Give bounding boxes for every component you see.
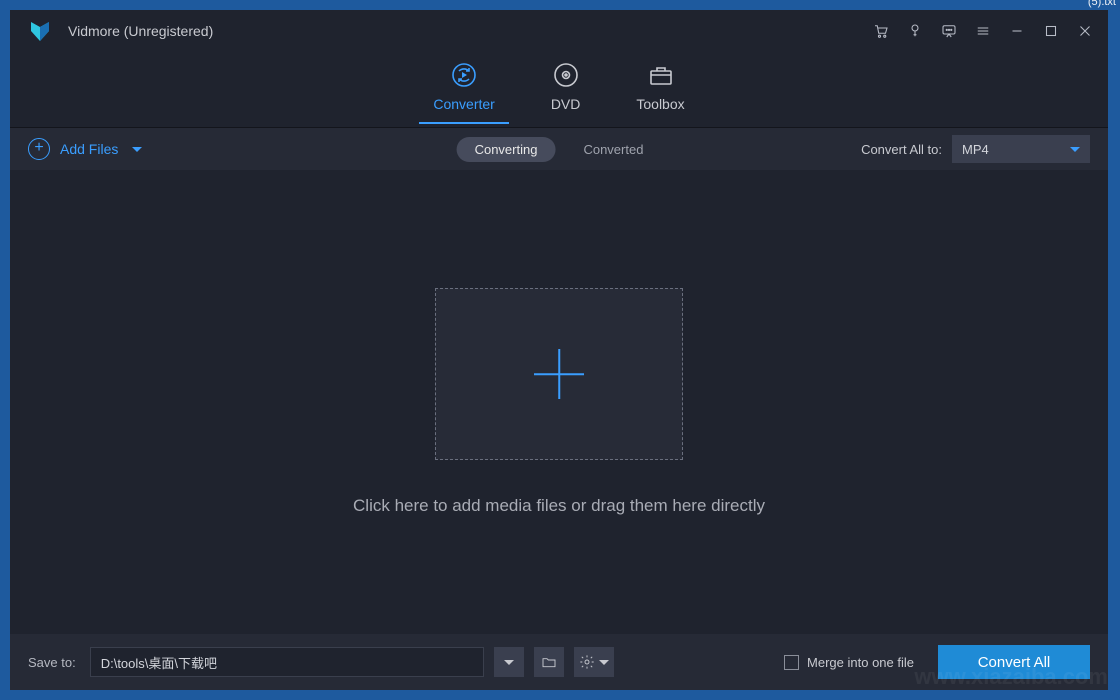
tab-converter[interactable]: Converter <box>433 62 494 118</box>
add-files-button[interactable]: + Add Files <box>28 138 142 160</box>
dropzone[interactable] <box>435 288 683 460</box>
plus-icon <box>534 349 584 399</box>
content-area: Click here to add media files or drag th… <box>10 170 1108 634</box>
convert-all-to: Convert All to: MP4 <box>861 135 1090 163</box>
settings-button[interactable] <box>574 647 614 677</box>
tab-dvd-label: DVD <box>551 96 581 112</box>
close-icon[interactable] <box>1070 16 1100 46</box>
checkbox-icon <box>784 655 799 670</box>
tab-toolbox[interactable]: Toolbox <box>636 62 684 118</box>
browse-folder-button[interactable] <box>534 647 564 677</box>
dropzone-text: Click here to add media files or drag th… <box>353 496 765 516</box>
convert-all-button[interactable]: Convert All <box>938 645 1090 679</box>
feedback-icon[interactable] <box>934 16 964 46</box>
add-files-label: Add Files <box>60 141 118 157</box>
chevron-down-icon <box>1070 147 1080 152</box>
minimize-icon[interactable] <box>1002 16 1032 46</box>
format-select[interactable]: MP4 <box>952 135 1090 163</box>
convert-all-to-label: Convert All to: <box>861 142 942 157</box>
bottombar: Save to: D:\tools\桌面\下载吧 Merge into one … <box>10 634 1108 690</box>
save-path-dropdown[interactable] <box>494 647 524 677</box>
maximize-icon[interactable] <box>1036 16 1066 46</box>
tab-converting[interactable]: Converting <box>457 137 556 162</box>
tab-toolbox-label: Toolbox <box>636 96 684 112</box>
save-to-label: Save to: <box>28 655 76 670</box>
save-path-input[interactable]: D:\tools\桌面\下载吧 <box>90 647 484 677</box>
app-logo-icon <box>28 19 52 43</box>
chevron-down-icon[interactable] <box>132 147 142 152</box>
add-plus-icon: + <box>28 138 50 160</box>
status-tabs: Converting Converted <box>457 137 662 162</box>
key-icon[interactable] <box>900 16 930 46</box>
cart-icon[interactable] <box>866 16 896 46</box>
window-title: Vidmore (Unregistered) <box>68 23 866 39</box>
subbar: + Add Files Converting Converted Convert… <box>10 128 1108 170</box>
merge-checkbox[interactable]: Merge into one file <box>784 655 914 670</box>
desktop-file-tag: (5).txt <box>1088 0 1116 8</box>
titlebar: Vidmore (Unregistered) <box>10 10 1108 52</box>
converter-icon <box>451 62 477 88</box>
main-tabs: Converter DVD Toolbox <box>10 52 1108 128</box>
merge-label: Merge into one file <box>807 655 914 670</box>
menu-icon[interactable] <box>968 16 998 46</box>
tab-converted[interactable]: Converted <box>565 137 661 162</box>
tab-dvd[interactable]: DVD <box>551 62 581 118</box>
app-window: Vidmore (Unregistered) Converter DVD <box>10 10 1108 690</box>
titlebar-controls <box>866 16 1100 46</box>
chevron-down-icon <box>599 660 609 665</box>
format-value: MP4 <box>962 142 989 157</box>
toolbox-icon <box>648 62 674 88</box>
chevron-down-icon <box>504 660 514 665</box>
tab-converter-label: Converter <box>433 96 494 112</box>
dvd-icon <box>553 62 579 88</box>
